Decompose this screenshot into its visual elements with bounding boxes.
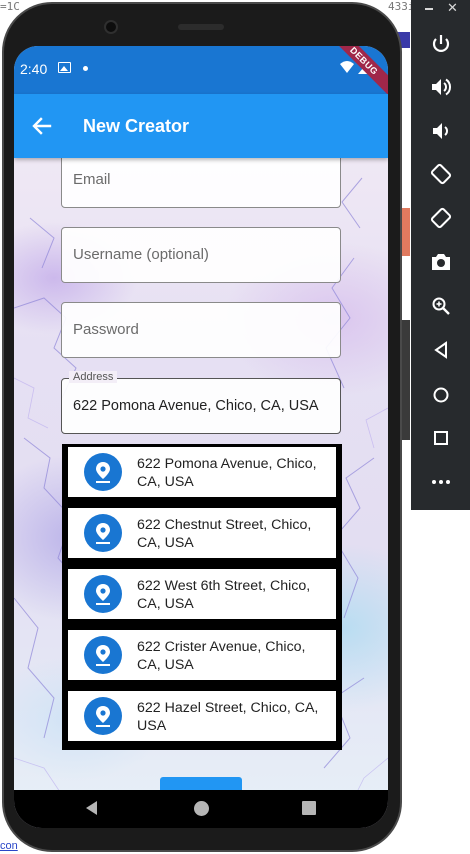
- location-pin-icon: [84, 636, 122, 674]
- location-pin-icon: [84, 453, 122, 491]
- address-suggestions-list: 622 Pomona Avenue, Chico, CA, USA 622 Ch…: [62, 444, 342, 750]
- rotate-left-button[interactable]: [411, 154, 470, 194]
- emu-overview-button[interactable]: [411, 418, 470, 458]
- username-field[interactable]: Username (optional): [61, 227, 341, 283]
- volume-down-button[interactable]: [411, 111, 470, 151]
- zoom-button[interactable]: [411, 286, 470, 326]
- screenshot-button[interactable]: [411, 242, 470, 282]
- gallery-notification-icon: [58, 62, 71, 73]
- home-icon: [433, 387, 448, 403]
- address-label: Address: [69, 371, 118, 383]
- rotate-right-icon: [430, 207, 451, 229]
- minimize-icon[interactable]: [424, 3, 436, 13]
- front-camera: [104, 20, 118, 34]
- android-nav-bar: [14, 790, 388, 828]
- phone-emulator: 2:40 DEBUG New Creator Email Username (o…: [0, 0, 405, 854]
- earpiece-speaker: [178, 24, 224, 30]
- nav-recents-icon[interactable]: [302, 801, 316, 815]
- suggestion-item[interactable]: 622 Crister Avenue, Chico, CA, USA: [68, 630, 336, 680]
- suggestion-item[interactable]: 622 West 6th Street, Chico, CA, USA: [68, 569, 336, 619]
- nav-back-icon[interactable]: [86, 801, 97, 815]
- rotate-right-button[interactable]: [411, 198, 470, 238]
- volume-up-icon: [431, 78, 451, 96]
- back-arrow-icon[interactable]: [28, 112, 56, 140]
- overview-icon: [433, 431, 448, 445]
- volume-up-button[interactable]: [411, 67, 470, 107]
- emu-home-button[interactable]: [411, 375, 470, 415]
- suggestion-text: 622 Crister Avenue, Chico, CA, USA: [137, 639, 306, 673]
- marble-background: Email Username (optional) Password Addre…: [14, 152, 388, 817]
- status-bar: 2:40 DEBUG: [14, 46, 388, 100]
- suggestion-text: 622 West 6th Street, Chico, CA, USA: [137, 578, 311, 612]
- suggestion-item[interactable]: 622 Hazel Street, Chico, CA, USA: [68, 691, 336, 741]
- more-icon: [431, 480, 450, 484]
- volume-down-icon: [432, 123, 448, 139]
- address-field[interactable]: Address 622 Pomona Avenue, Chico, CA, US…: [61, 371, 341, 434]
- emulator-toolbar: ✕: [411, 0, 470, 510]
- emu-more-button[interactable]: [411, 462, 470, 502]
- email-placeholder: Email: [73, 171, 111, 188]
- location-pin-icon: [84, 697, 122, 735]
- email-field[interactable]: Email: [61, 152, 341, 208]
- notification-dot-icon: [83, 66, 88, 71]
- app-bar: New Creator: [14, 94, 388, 158]
- suggestion-text: 622 Hazel Street, Chico, CA, USA: [137, 700, 319, 734]
- password-placeholder: Password: [73, 321, 139, 338]
- zoom-icon: [432, 297, 450, 315]
- power-button[interactable]: [411, 24, 470, 64]
- suggestion-item[interactable]: 622 Chestnut Street, Chico, CA, USA: [68, 508, 336, 558]
- suggestion-text: 622 Pomona Avenue, Chico, CA, USA: [137, 456, 317, 490]
- location-pin-icon: [84, 514, 122, 552]
- page-title: New Creator: [83, 116, 190, 136]
- nav-home-icon[interactable]: [194, 801, 209, 816]
- back-icon: [433, 341, 447, 359]
- debug-banner: DEBUG: [325, 46, 388, 100]
- emu-back-button[interactable]: [411, 330, 470, 370]
- rotate-left-icon: [430, 163, 451, 185]
- suggestion-item[interactable]: 622 Pomona Avenue, Chico, CA, USA: [68, 447, 336, 497]
- power-icon: [432, 35, 449, 52]
- password-field[interactable]: Password: [61, 302, 341, 358]
- status-time: 2:40: [20, 61, 48, 77]
- suggestion-text: 622 Chestnut Street, Chico, CA, USA: [137, 517, 312, 551]
- location-pin-icon: [84, 575, 122, 613]
- phone-screen: 2:40 DEBUG New Creator Email Username (o…: [14, 46, 388, 828]
- close-icon[interactable]: ✕: [447, 1, 458, 14]
- address-value: 622 Pomona Avenue, Chico, CA, USA: [73, 398, 319, 414]
- username-placeholder: Username (optional): [73, 246, 209, 263]
- camera-icon: [431, 254, 450, 270]
- wifi-icon: [340, 61, 354, 73]
